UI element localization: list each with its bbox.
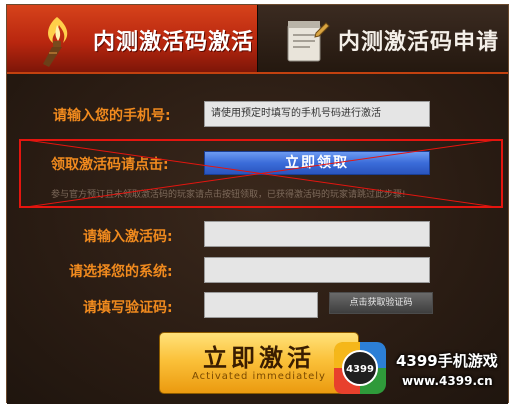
tab-apply-label: 内测激活码申请	[338, 30, 500, 55]
tab-apply-code[interactable]: 内测激活码申请	[257, 5, 508, 72]
claim-hint-text: 参与官方预订且未领取激活码的玩家请点击按钮领取，已获得激活码的玩家请跳过此步骤!	[51, 190, 406, 200]
captcha-input[interactable]	[204, 292, 318, 318]
tab-activate-label: 内测激活码激活	[93, 30, 255, 55]
system-select[interactable]	[204, 257, 430, 283]
captcha-label: 请填写验证码:	[83, 300, 173, 316]
code-label: 请输入激活码:	[83, 229, 173, 245]
svg-text:4399: 4399	[346, 364, 374, 375]
activate-sub-label: Activated immediately	[192, 371, 326, 382]
claim-label: 领取激活码请点击:	[51, 157, 169, 173]
get-captcha-button[interactable]: 点击获取验证码	[329, 292, 433, 314]
watermark-title: 4399手机游戏	[396, 352, 498, 370]
activation-code-input[interactable]	[204, 221, 430, 247]
claim-now-button[interactable]: 立即领取	[204, 151, 430, 175]
activate-now-button[interactable]: 立即激活 Activated immediately	[159, 332, 359, 394]
tab-activate-code[interactable]: 内测激活码激活	[7, 5, 257, 72]
activate-main-label: 立即激活	[203, 344, 315, 372]
watermark-url: www.4399.cn	[402, 374, 493, 388]
torch-icon	[43, 17, 68, 67]
4399-logo-icon: 4399	[334, 342, 386, 394]
notepad-icon	[287, 21, 330, 62]
watermark-4399: 4399 4399手机游戏 www.4399.cn	[330, 336, 506, 406]
phone-label: 请输入您的手机号:	[53, 108, 171, 124]
system-label: 请选择您的系统:	[69, 264, 173, 280]
phone-input[interactable]: 请使用预定时填写的手机号码进行激活	[204, 101, 430, 127]
